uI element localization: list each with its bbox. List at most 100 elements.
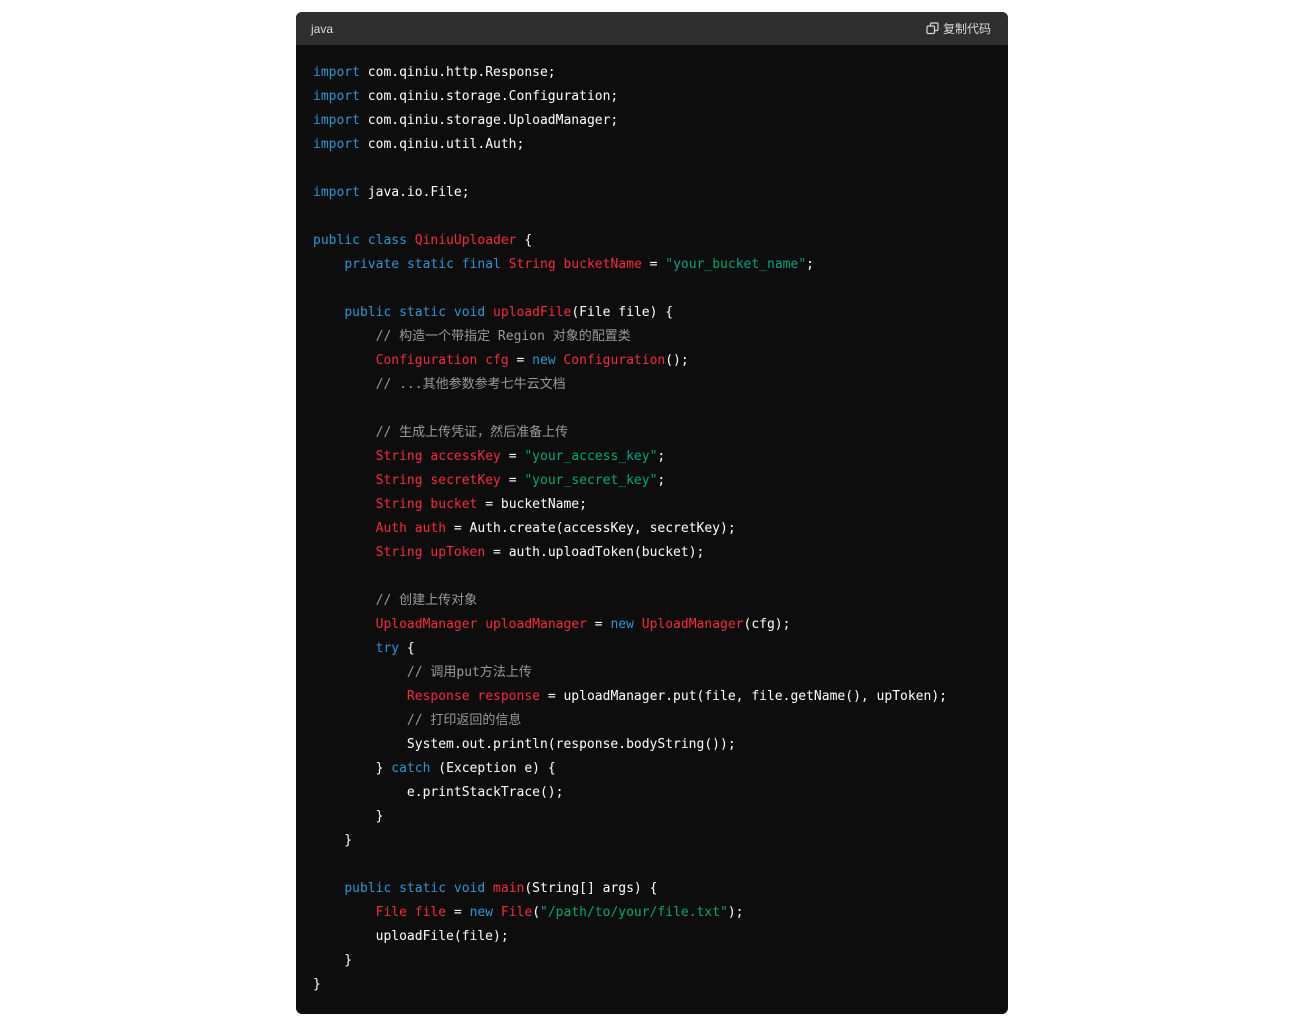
- code-keyword: private: [344, 257, 400, 272]
- code-keyword: new: [610, 617, 634, 632]
- code-text: com.qiniu.http.Response;: [359, 65, 556, 80]
- code-content[interactable]: import com.qiniu.http.Response; import co…: [296, 45, 1008, 997]
- code-text: }: [313, 977, 321, 992]
- code-type: File: [375, 905, 407, 920]
- code-keyword: catch: [391, 761, 431, 776]
- code-line: e.printStackTrace();: [313, 781, 1008, 805]
- code-comment: // 构造一个带指定 Region 对象的配置类: [375, 329, 631, 344]
- code-text: =: [446, 905, 470, 920]
- code-keyword: void: [453, 305, 486, 320]
- code-line: // 调用put方法上传: [313, 661, 1008, 685]
- code-text: java.io.File;: [359, 185, 470, 200]
- code-keyword: static: [406, 257, 454, 272]
- code-line: String accessKey = "your_access_key";: [313, 445, 1008, 469]
- code-type: Configuration: [375, 353, 478, 368]
- code-type: Response: [406, 689, 470, 704]
- code-block: java 复制代码 import com.qiniu.http.Response…: [296, 12, 1008, 1014]
- code-text: =: [500, 449, 525, 464]
- copy-code-label: 复制代码: [942, 22, 991, 36]
- code-text: ;: [657, 449, 666, 464]
- code-block-header: java 复制代码: [296, 12, 1008, 45]
- code-line: // 构造一个带指定 Region 对象的配置类: [313, 325, 1008, 349]
- code-text: = bucketName;: [477, 497, 587, 512]
- code-line: import com.qiniu.storage.Configuration;: [313, 85, 1008, 109]
- code-keyword: public: [344, 881, 392, 896]
- code-keyword: import: [313, 113, 360, 128]
- code-type: String: [508, 257, 556, 272]
- code-text: (String[] args) {: [524, 881, 658, 896]
- code-string: "your_bucket_name": [665, 257, 807, 272]
- code-text: =: [500, 473, 525, 488]
- code-text: }: [313, 833, 353, 848]
- code-type: bucketName: [563, 257, 642, 272]
- code-line: }: [313, 805, 1008, 829]
- code-keyword: public: [344, 305, 392, 320]
- code-text: = Auth.create(accessKey, secretKey);: [446, 521, 736, 536]
- code-keyword: import: [313, 185, 360, 200]
- code-text: = auth.uploadToken(bucket);: [485, 545, 705, 560]
- code-keyword: try: [375, 641, 400, 656]
- code-type: response: [477, 689, 540, 704]
- code-type: QiniuUploader: [414, 233, 517, 248]
- code-line: System.out.println(response.bodyString()…: [313, 733, 1008, 757]
- code-line: import com.qiniu.storage.UploadManager;: [313, 109, 1008, 133]
- code-keyword: final: [461, 257, 501, 272]
- code-type: file: [414, 905, 447, 920]
- code-line: public class QiniuUploader {: [313, 229, 1008, 253]
- code-line: import com.qiniu.http.Response;: [313, 61, 1008, 85]
- code-text: ;: [657, 473, 666, 488]
- code-keyword: public: [313, 233, 360, 248]
- code-line: import java.io.File;: [313, 181, 1008, 205]
- code-comment: // 调用put方法上传: [406, 665, 532, 680]
- code-type: main: [493, 881, 525, 896]
- code-comment: // 生成上传凭证，然后准备上传: [375, 425, 569, 440]
- code-keyword: new: [469, 905, 494, 920]
- code-keyword: import: [313, 137, 360, 152]
- code-line: try {: [313, 637, 1008, 661]
- code-line: }: [313, 829, 1008, 853]
- code-text: uploadFile(file);: [313, 929, 509, 944]
- code-type: cfg: [485, 353, 509, 368]
- code-type: Configuration: [563, 353, 666, 368]
- code-line: private static final String bucketName =…: [313, 253, 1008, 277]
- code-text: System.out.println(response.bodyString()…: [313, 737, 736, 752]
- code-type: auth: [414, 521, 447, 536]
- code-string: "/path/to/your/file.txt": [540, 905, 728, 920]
- code-type: uploadFile: [493, 305, 572, 320]
- code-type: File: [500, 905, 533, 920]
- code-text: com.qiniu.storage.Configuration;: [359, 89, 619, 104]
- code-text: }: [313, 809, 384, 824]
- code-line: Configuration cfg = new Configuration();: [313, 349, 1008, 373]
- code-keyword: void: [453, 881, 486, 896]
- code-text: }: [313, 761, 392, 776]
- code-type: accessKey: [430, 449, 501, 464]
- code-text: com.qiniu.storage.UploadManager;: [359, 113, 619, 128]
- code-line: public static void main(String[] args) {: [313, 877, 1008, 901]
- code-comment: // ...其他参数参考七牛云文档: [375, 377, 566, 392]
- code-type: String: [375, 473, 423, 488]
- copy-code-button[interactable]: 复制代码: [926, 20, 991, 37]
- code-string: "your_access_key": [524, 449, 658, 464]
- code-line: // 创建上传对象: [313, 589, 1008, 613]
